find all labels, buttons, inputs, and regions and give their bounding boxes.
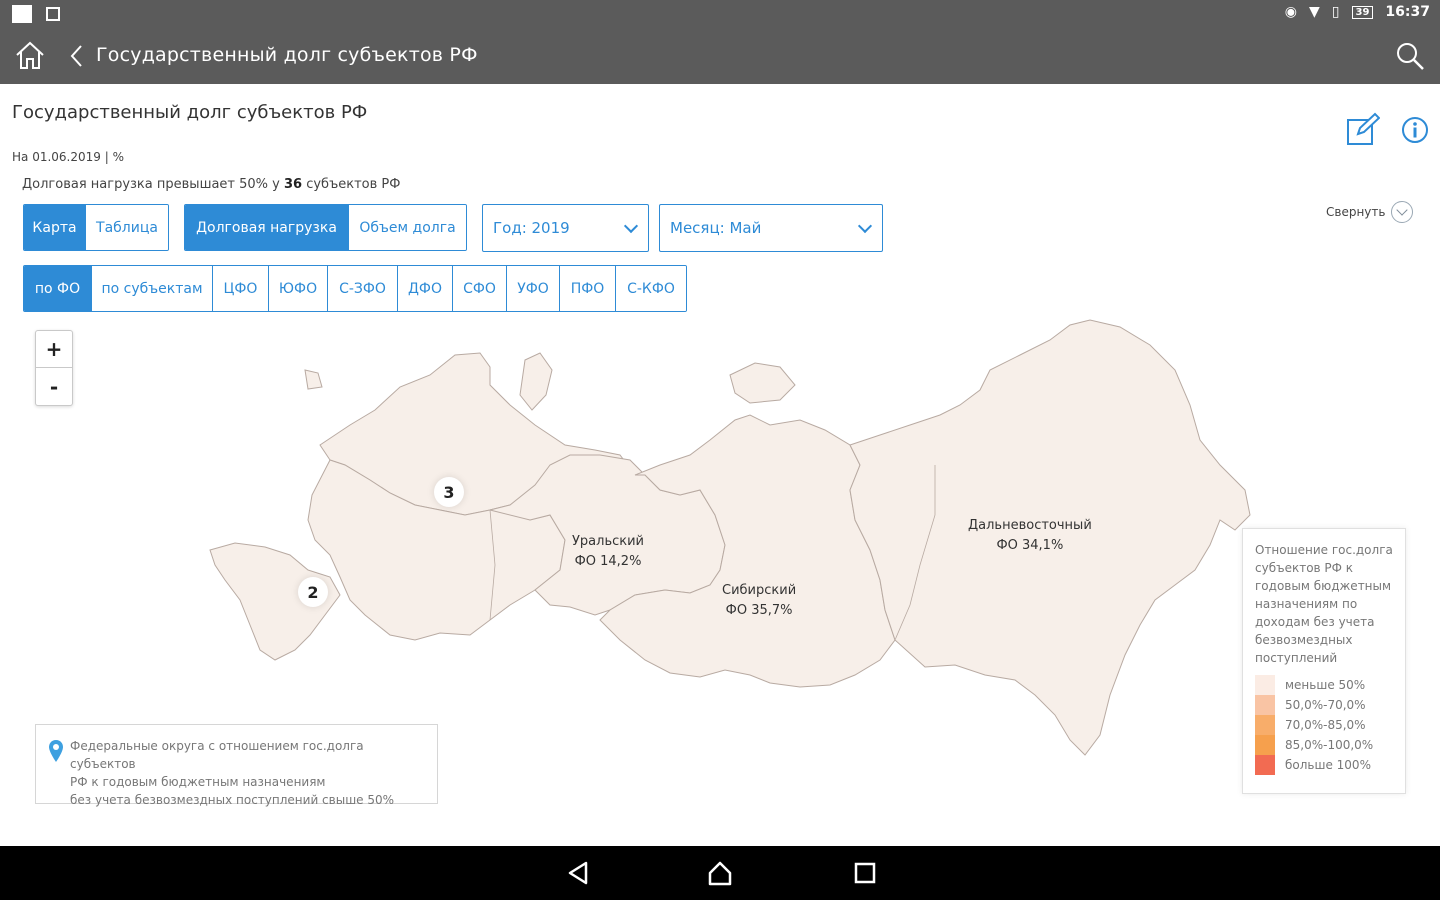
nav-recents-icon[interactable]	[851, 859, 879, 887]
russia-map[interactable]	[190, 315, 1260, 785]
sync-icon: ◉	[1284, 4, 1297, 20]
clock: 16:37	[1385, 4, 1430, 20]
screenshot-icon	[46, 7, 60, 21]
map-label-ural: Уральский ФО 14,2%	[572, 532, 644, 572]
legend-swatch	[1255, 695, 1275, 715]
app-bar: Государственный долг субъектов РФ	[0, 28, 1440, 84]
sim-icon: ▯	[1331, 4, 1340, 20]
map-zoom-control: + -	[35, 330, 73, 406]
chevron-down-icon	[1391, 201, 1414, 223]
back-icon[interactable]	[66, 42, 88, 70]
year-select-value: Год: 2019	[493, 219, 570, 237]
map-legend: Отношение гос.долга субъектов РФ к годов…	[1242, 528, 1406, 794]
legend-title: Отношение гос.долга субъектов РФ к годов…	[1255, 543, 1393, 665]
map-label-name: Сибирский	[722, 583, 797, 598]
legend-swatch	[1255, 675, 1275, 695]
legend-label: больше 100%	[1285, 758, 1371, 772]
map-label-name: Дальневосточный	[968, 518, 1092, 533]
battery-icon: 39	[1351, 5, 1374, 19]
map-note: Федеральные округа с отношением гос.долг…	[35, 724, 438, 807]
collapse-button[interactable]: Свернуть	[1326, 201, 1414, 223]
tab-debt-load[interactable]: Долговая нагрузка	[185, 205, 349, 250]
home-icon[interactable]	[14, 40, 46, 72]
note-line: без учета безвозмездных поступлений свыш…	[70, 793, 395, 807]
debt-summary: Долговая нагрузка превышает 50% у 36 суб…	[22, 177, 400, 192]
district-tabs: по ФО по субъектам ЦФО ЮФО С-ЗФО ДФО СФО…	[23, 265, 687, 312]
month-select[interactable]: Месяц: Май	[659, 204, 883, 252]
map-cluster-badge[interactable]: 3	[434, 477, 464, 507]
tab-table[interactable]: Таблица	[86, 205, 168, 250]
location-pin-icon	[49, 740, 63, 762]
view-toggle: Карта Таблица	[23, 204, 169, 251]
region-taymyr-islands	[729, 362, 796, 404]
edit-icon[interactable]	[1346, 112, 1380, 146]
month-select-value: Месяц: Май	[670, 219, 762, 237]
summary-suffix: субъектов РФ	[302, 177, 401, 192]
tab-district[interactable]: ЮФО	[269, 266, 328, 311]
year-select[interactable]: Год: 2019	[482, 204, 649, 252]
chevron-down-icon	[857, 218, 873, 234]
info-icon[interactable]	[1401, 116, 1429, 144]
page-title: Государственный долг субъектов РФ	[12, 102, 368, 123]
legend-label: 85,0%-100,0%	[1285, 738, 1374, 752]
legend-label: меньше 50%	[1285, 678, 1366, 692]
tab-district[interactable]: С-ЗФО	[328, 266, 398, 311]
collapse-label: Свернуть	[1326, 205, 1386, 219]
map-cluster-badge[interactable]: 2	[298, 577, 328, 607]
legend-label: 50,0%-70,0%	[1285, 698, 1366, 712]
map-label-value: ФО 34,1%	[996, 538, 1064, 553]
legend-label: 70,0%-85,0%	[1285, 718, 1366, 732]
legend-item: меньше 50%	[1255, 675, 1395, 695]
tab-debt-volume[interactable]: Объем долга	[349, 205, 466, 250]
map-label-value: ФО 14,2%	[574, 554, 642, 569]
legend-swatch	[1255, 715, 1275, 735]
wifi-icon: ▼	[1309, 4, 1320, 20]
tab-district[interactable]: по ФО	[24, 266, 92, 311]
status-bar: ◉ ▼ ▯ 39 16:37	[0, 0, 1440, 28]
zoom-out-button[interactable]: -	[36, 368, 72, 405]
legend-item: 50,0%-70,0%	[1255, 695, 1395, 715]
tab-district[interactable]: С-КФО	[616, 266, 686, 311]
tab-district[interactable]: ДФО	[398, 266, 453, 311]
tab-district[interactable]: ПФО	[560, 266, 616, 311]
map-label-value: ФО 35,7%	[725, 603, 793, 618]
nav-home-icon[interactable]	[706, 859, 734, 887]
search-icon[interactable]	[1394, 40, 1426, 72]
map-label-siberia: Сибирский ФО 35,7%	[722, 581, 796, 621]
legend-swatch	[1255, 735, 1275, 755]
note-line: РФ к годовым бюджетным назначениям	[70, 775, 326, 789]
legend-swatch	[1255, 755, 1275, 775]
tab-district[interactable]: по субъектам	[92, 266, 213, 311]
tab-map[interactable]: Карта	[24, 205, 86, 250]
tab-district[interactable]: ЦФО	[213, 266, 269, 311]
region-novaya-zemlya	[519, 352, 553, 411]
metric-toggle: Долговая нагрузка Объем долга	[184, 204, 467, 251]
chevron-down-icon	[623, 218, 639, 234]
date-line: На 01.06.2019 | %	[12, 150, 124, 164]
legend-item: 85,0%-100,0%	[1255, 735, 1395, 755]
map-label-far-east: Дальневосточный ФО 34,1%	[968, 516, 1092, 556]
note-line: Федеральные округа с отношением гос.долг…	[70, 739, 364, 771]
map-label-name: Уральский	[572, 534, 645, 549]
zoom-in-button[interactable]: +	[36, 331, 72, 368]
region-kaliningrad	[304, 369, 323, 390]
notification-icon	[12, 5, 32, 23]
legend-item: 70,0%-85,0%	[1255, 715, 1395, 735]
summary-prefix: Долговая нагрузка превышает 50% у	[22, 177, 284, 192]
tab-district[interactable]: УФО	[507, 266, 560, 311]
tab-district[interactable]: СФО	[453, 266, 507, 311]
nav-back-icon[interactable]	[564, 859, 592, 887]
legend-item: больше 100%	[1255, 755, 1395, 775]
system-nav-bar	[0, 846, 1440, 900]
summary-count: 36	[283, 177, 303, 192]
app-bar-title: Государственный долг субъектов РФ	[96, 44, 478, 66]
